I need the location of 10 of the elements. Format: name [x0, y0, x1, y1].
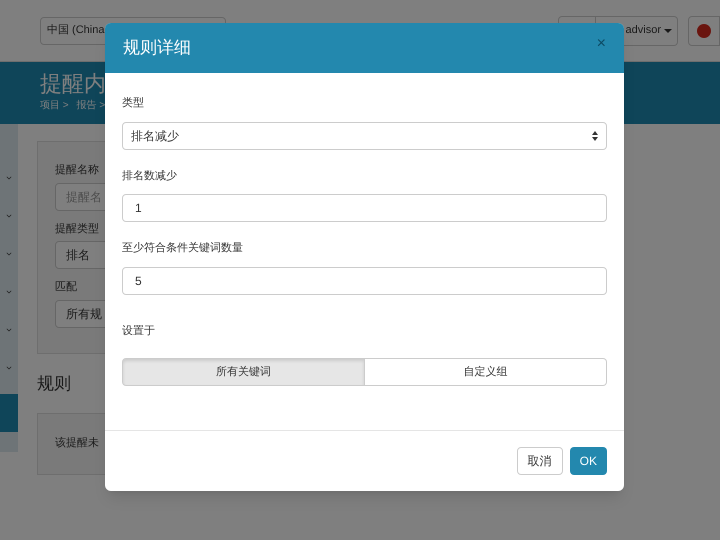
field-label: 提醒类型 [55, 222, 99, 236]
field-label: 类型 [122, 96, 145, 111]
field-label: 设置于 [122, 324, 156, 338]
field-label: 至少符合条件关键词数量 [122, 240, 244, 256]
modal-title: 规则详细 [123, 37, 191, 60]
field-label: 排名数减少 [122, 168, 178, 184]
rules-heading: 规则 [37, 373, 72, 395]
field-label: 提醒名称 [55, 163, 99, 178]
page-title: 提醒内 [40, 70, 107, 98]
field-label: 匹配 [55, 280, 77, 295]
